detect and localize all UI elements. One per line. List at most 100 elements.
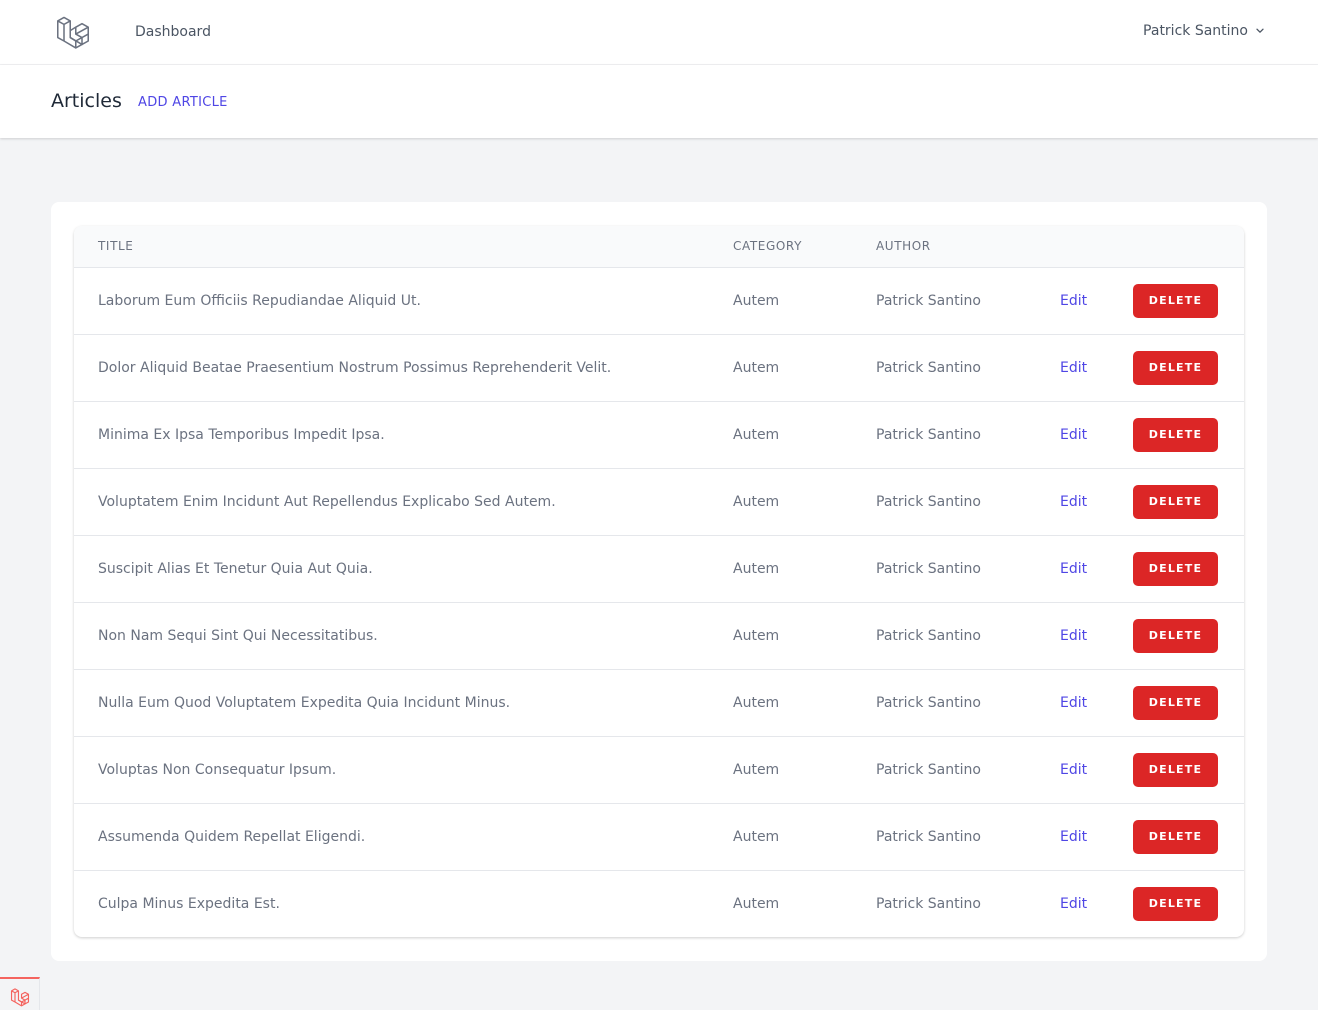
table-row: Voluptatem Enim Incidunt Aut Repellendus… — [74, 468, 1244, 535]
content-card: TITLE CATEGORY AUTHOR Laborum Eum Offici… — [51, 202, 1267, 961]
article-title: Assumenda Quidem Repellat Eligendi. — [98, 828, 366, 845]
articles-table: TITLE CATEGORY AUTHOR Laborum Eum Offici… — [74, 226, 1244, 937]
laravel-logo-icon[interactable] — [54, 14, 92, 50]
article-author: Patrick Santino — [876, 359, 981, 376]
article-category: Autem — [733, 828, 780, 845]
table-row: Laborum Eum Officiis Repudiandae Aliquid… — [74, 267, 1244, 334]
delete-cell: DELETE — [1133, 401, 1244, 468]
article-author: Patrick Santino — [876, 761, 981, 778]
delete-button[interactable]: DELETE — [1133, 417, 1218, 452]
edit-link[interactable]: Edit — [1060, 561, 1087, 577]
edit-cell: Edit — [1060, 870, 1133, 937]
delete-button[interactable]: DELETE — [1133, 350, 1218, 385]
articles-table-container: TITLE CATEGORY AUTHOR Laborum Eum Offici… — [74, 226, 1244, 937]
article-category: Autem — [733, 359, 780, 376]
edit-link[interactable]: Edit — [1060, 427, 1087, 443]
column-header-title: TITLE — [74, 226, 733, 268]
column-header-category: CATEGORY — [733, 226, 876, 268]
delete-button[interactable]: DELETE — [1133, 551, 1218, 586]
delete-cell: DELETE — [1133, 468, 1244, 535]
table-row: Non Nam Sequi Sint Qui Necessitatibus. Au… — [74, 602, 1244, 669]
article-category: Autem — [733, 761, 780, 778]
delete-button[interactable]: DELETE — [1133, 819, 1218, 854]
delete-cell: DELETE — [1133, 870, 1244, 937]
article-category: Autem — [733, 426, 780, 443]
debugbar-tab[interactable] — [0, 977, 40, 1010]
page-title: Articles — [51, 90, 122, 112]
article-title: Suscipit Alias Et Tenetur Quia Aut Quia. — [98, 560, 373, 577]
delete-cell: DELETE — [1133, 803, 1244, 870]
delete-cell: DELETE — [1133, 602, 1244, 669]
article-author: Patrick Santino — [876, 895, 981, 912]
edit-link[interactable]: Edit — [1060, 628, 1087, 644]
delete-button[interactable]: DELETE — [1133, 752, 1218, 787]
edit-cell: Edit — [1060, 535, 1133, 602]
table-row: Suscipit Alias Et Tenetur Quia Aut Quia.… — [74, 535, 1244, 602]
edit-cell: Edit — [1060, 468, 1133, 535]
table-header-row: TITLE CATEGORY AUTHOR — [74, 226, 1244, 268]
article-category: Autem — [733, 627, 780, 644]
edit-link[interactable]: Edit — [1060, 762, 1087, 778]
article-category: Autem — [733, 560, 780, 577]
article-title: Nulla Eum Quod Voluptatem Expedita Quia … — [98, 694, 511, 711]
delete-cell: DELETE — [1133, 267, 1244, 334]
article-author: Patrick Santino — [876, 828, 981, 845]
article-author: Patrick Santino — [876, 560, 981, 577]
column-header-edit — [1060, 226, 1133, 268]
edit-cell: Edit — [1060, 803, 1133, 870]
table-row: Assumenda Quidem Repellat Eligendi. Autem… — [74, 803, 1244, 870]
edit-link[interactable]: Edit — [1060, 829, 1087, 845]
chevron-down-icon — [1256, 28, 1264, 33]
article-title: Voluptas Non Consequatur Ipsum. — [98, 761, 337, 778]
delete-button[interactable]: DELETE — [1133, 618, 1218, 653]
add-article-link[interactable]: ADD ARTICLE — [138, 95, 228, 110]
edit-cell: Edit — [1060, 401, 1133, 468]
delete-button[interactable]: DELETE — [1133, 685, 1218, 720]
nav-dashboard-link[interactable]: Dashboard — [135, 24, 211, 40]
article-author: Patrick Santino — [876, 426, 981, 443]
article-category: Autem — [733, 895, 780, 912]
edit-cell: Edit — [1060, 736, 1133, 803]
article-title: Laborum Eum Officiis Repudiandae Aliquid… — [98, 292, 421, 309]
laravel-debugbar-icon — [10, 988, 30, 1007]
edit-link[interactable]: Edit — [1060, 293, 1087, 309]
table-row: Dolor Aliquid Beatae Praesentium Nostrum… — [74, 334, 1244, 401]
table-row: Voluptas Non Consequatur Ipsum. Autem Patr… — [74, 736, 1244, 803]
article-author: Patrick Santino — [876, 493, 981, 510]
article-category: Autem — [733, 694, 780, 711]
edit-link[interactable]: Edit — [1060, 494, 1087, 510]
top-navigation: Dashboard Patrick Santino — [0, 0, 1318, 65]
article-author: Patrick Santino — [876, 292, 981, 309]
delete-button[interactable]: DELETE — [1133, 484, 1218, 519]
delete-button[interactable]: DELETE — [1133, 886, 1218, 921]
article-title: Minima Ex Ipsa Temporibus Impedit Ipsa. — [98, 426, 385, 443]
delete-cell: DELETE — [1133, 736, 1244, 803]
article-title: Non Nam Sequi Sint Qui Necessitatibus. — [98, 627, 378, 644]
page-header: Articles ADD ARTICLE — [0, 65, 1318, 138]
delete-cell: DELETE — [1133, 669, 1244, 736]
article-author: Patrick Santino — [876, 627, 981, 644]
edit-cell: Edit — [1060, 267, 1133, 334]
table-row: Culpa Minus Expedita Est. Autem Patrick Sa… — [74, 870, 1244, 937]
column-header-delete — [1133, 226, 1244, 268]
article-author: Patrick Santino — [876, 694, 981, 711]
article-category: Autem — [733, 292, 780, 309]
table-row: Minima Ex Ipsa Temporibus Impedit Ipsa. A… — [74, 401, 1244, 468]
column-header-author: AUTHOR — [876, 226, 1060, 268]
table-row: Nulla Eum Quod Voluptatem Expedita Quia … — [74, 669, 1244, 736]
article-title: Voluptatem Enim Incidunt Aut Repellendus… — [98, 493, 556, 510]
user-menu-dropdown[interactable]: Patrick Santino — [1143, 23, 1266, 39]
delete-button[interactable]: DELETE — [1133, 283, 1218, 318]
edit-cell: Edit — [1060, 334, 1133, 401]
edit-link[interactable]: Edit — [1060, 360, 1087, 376]
article-title: Culpa Minus Expedita Est. — [98, 895, 280, 912]
article-category: Autem — [733, 493, 780, 510]
user-name: Patrick Santino — [1143, 23, 1248, 39]
edit-cell: Edit — [1060, 669, 1133, 736]
edit-link[interactable]: Edit — [1060, 896, 1087, 912]
delete-cell: DELETE — [1133, 535, 1244, 602]
edit-link[interactable]: Edit — [1060, 695, 1087, 711]
edit-cell: Edit — [1060, 602, 1133, 669]
delete-cell: DELETE — [1133, 334, 1244, 401]
article-title: Dolor Aliquid Beatae Praesentium Nostrum… — [98, 359, 612, 376]
